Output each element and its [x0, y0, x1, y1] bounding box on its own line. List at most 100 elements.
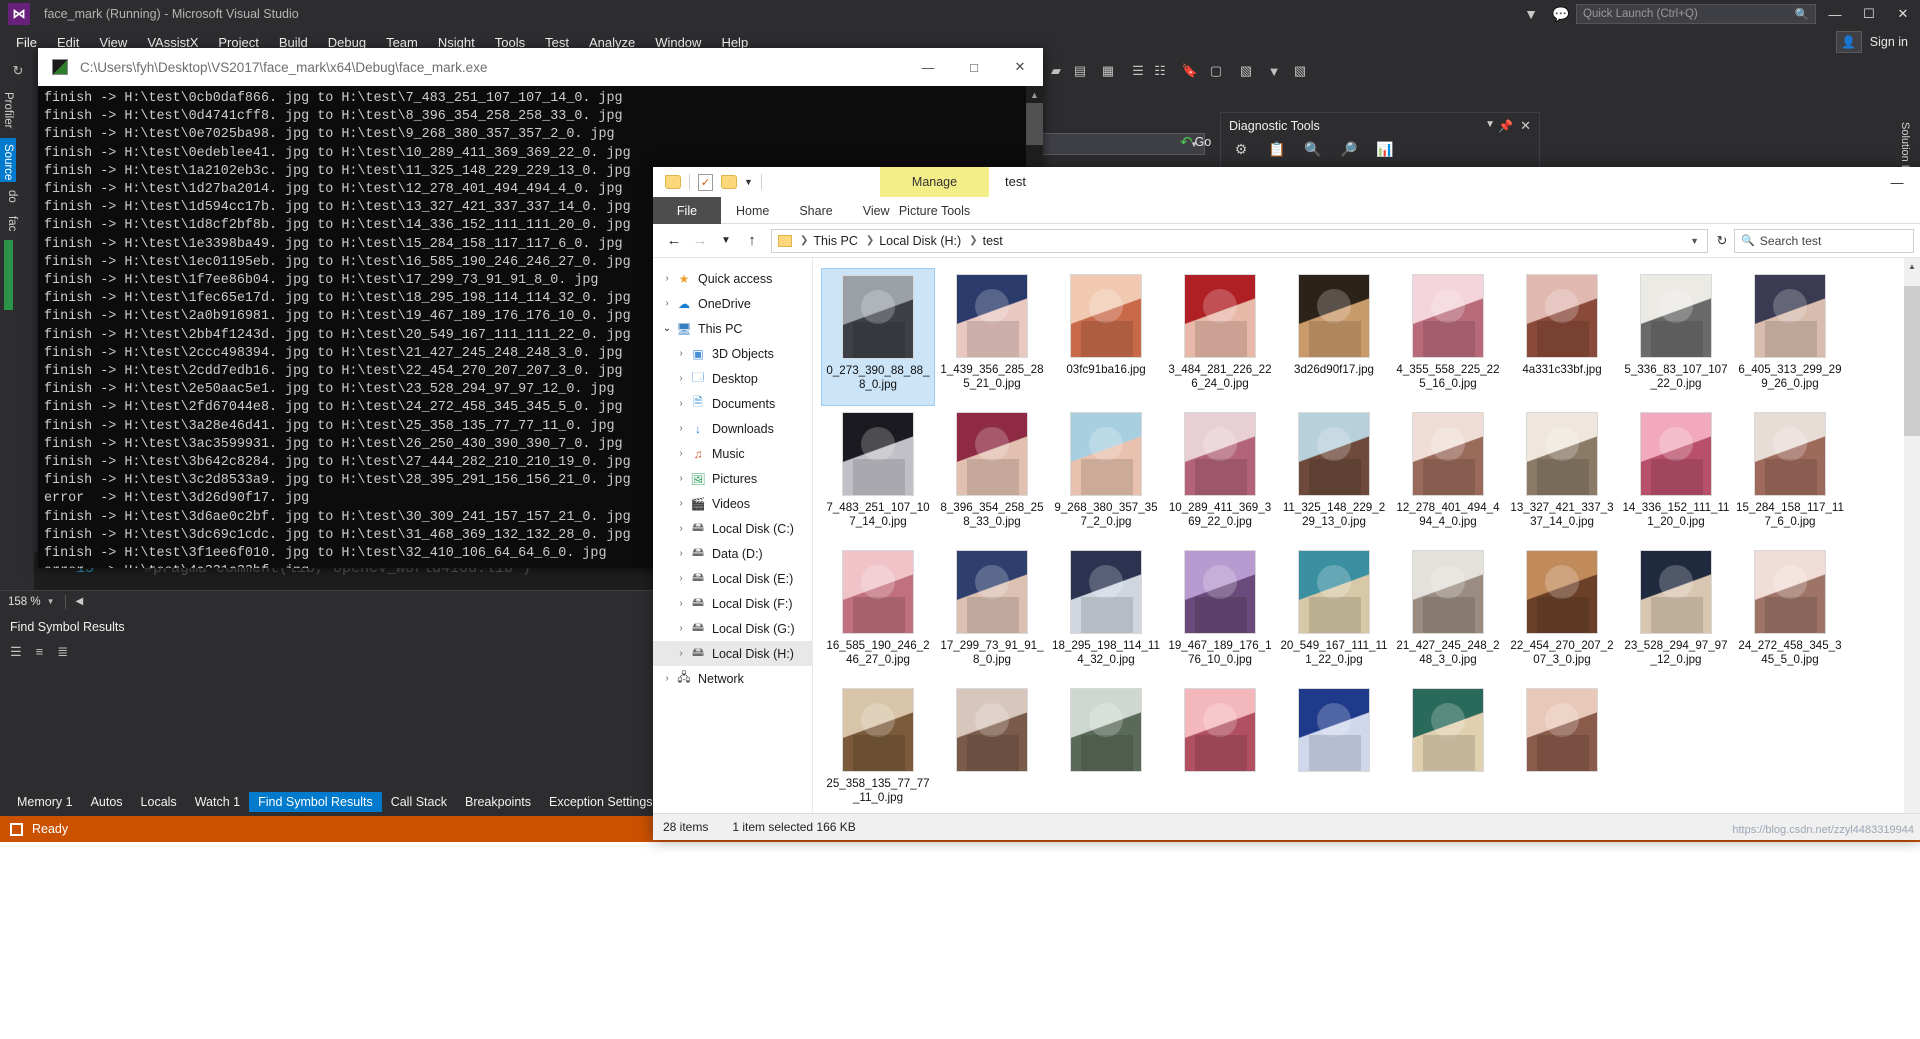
file-item[interactable]: 8_396_354_258_258_33_0.jpg [935, 406, 1049, 544]
tab-memory-1[interactable]: Memory 1 [8, 792, 82, 812]
chevron-right-icon[interactable]: › [673, 498, 689, 509]
file-item[interactable]: 15_284_158_117_117_6_0.jpg [1733, 406, 1847, 544]
chevron-right-icon[interactable]: › [673, 398, 689, 409]
toolbar-icon-7[interactable]: ▧ [1236, 61, 1256, 81]
toolbar-icon-1[interactable]: ▰ [1046, 61, 1066, 81]
chevron-right-icon[interactable]: › [673, 373, 689, 384]
search-input[interactable]: 🔍 Search test [1734, 228, 1914, 253]
navigate-back-icon[interactable]: ↻ [8, 61, 28, 81]
chevron-down-icon[interactable]: ▼ [744, 177, 753, 187]
nav-item-quick-access[interactable]: › ★ Quick access [653, 266, 812, 291]
nav-item-local-disk-f[interactable]: › 🖴 Local Disk (F:) [653, 591, 812, 616]
chevron-right-icon[interactable]: › [673, 648, 689, 659]
file-item[interactable]: 0_273_390_88_88_8_0.jpg [821, 268, 935, 406]
toolbar-icon-5[interactable]: ☷ [1150, 61, 1170, 81]
nav-item-documents[interactable]: › 🗎 Documents [653, 391, 812, 416]
sign-in-link[interactable]: Sign in [1870, 35, 1908, 49]
file-item[interactable]: 6_405_313_299_299_26_0.jpg [1733, 268, 1847, 406]
file-item[interactable]: 12_278_401_494_494_4_0.jpg [1391, 406, 1505, 544]
nav-item-data-d[interactable]: › 🖴 Data (D:) [653, 541, 812, 566]
nav-item-pictures[interactable]: › 🖼 Pictures [653, 466, 812, 491]
breadcrumb-local-disk-h[interactable]: Local Disk (H:) [879, 234, 961, 248]
close-button[interactable]: ✕ [1886, 0, 1920, 28]
file-item[interactable]: 17_299_73_91_91_8_0.jpg [935, 544, 1049, 682]
breadcrumb-this-pc[interactable]: This PC [813, 234, 857, 248]
bookmark-icon[interactable]: 🔖 [1180, 61, 1200, 81]
nav-item-music[interactable]: › ♫ Music [653, 441, 812, 466]
nav-item-this-pc[interactable]: ⌄ 🖥 This PC [653, 316, 812, 341]
file-item[interactable] [935, 682, 1049, 820]
file-item[interactable]: 4_355_558_225_225_16_0.jpg [1391, 268, 1505, 406]
file-item[interactable]: 19_467_189_176_176_10_0.jpg [1163, 544, 1277, 682]
chevron-down-icon[interactable]: ▼ [1690, 236, 1707, 246]
chevron-right-icon[interactable]: › [673, 573, 689, 584]
zoom-in-icon[interactable]: 🔍 [1303, 139, 1323, 159]
quick-launch-input[interactable]: Quick Launch (Ctrl+Q) 🔍 [1576, 4, 1816, 24]
file-item[interactable]: 14_336_152_111_111_20_0.jpg [1619, 406, 1733, 544]
breadcrumb-test[interactable]: test [983, 234, 1003, 248]
zoom-out-icon[interactable]: 🔎 [1339, 139, 1359, 159]
new-folder-icon[interactable] [721, 175, 737, 189]
scrollbar-thumb[interactable] [1026, 103, 1043, 145]
toolbar-icon-4[interactable]: ☰ [1128, 61, 1148, 81]
nav-item-local-disk-c[interactable]: › 🖴 Local Disk (C:) [653, 516, 812, 541]
chevron-down-icon[interactable]: ▼ [47, 597, 55, 606]
back-icon[interactable]: ← [661, 228, 687, 254]
chevron-right-icon[interactable]: › [673, 448, 689, 459]
nav-item-3d-objects[interactable]: › ▣ 3D Objects [653, 341, 812, 366]
chevron-right-icon[interactable]: › [659, 273, 675, 284]
breadcrumb[interactable]: ❯ This PC ❯ Local Disk (H:) ❯ test ▼ [771, 228, 1708, 253]
chevron-right-icon[interactable]: › [659, 298, 675, 309]
settings-icon[interactable]: ⚙ [1231, 139, 1251, 159]
scroll-up-icon[interactable]: ▲ [1026, 86, 1043, 103]
toolbar-icon-9[interactable]: ▧ [1290, 61, 1310, 81]
chevron-right-icon[interactable]: › [673, 423, 689, 434]
up-icon[interactable]: ↑ [739, 228, 765, 254]
nav-item-local-disk-e[interactable]: › 🖴 Local Disk (E:) [653, 566, 812, 591]
tool-tab-source[interactable]: Source [0, 138, 16, 182]
nav-item-local-disk-h[interactable]: › 🖴 Local Disk (H:) [653, 641, 812, 666]
feedback-icon[interactable]: 💬 [1546, 1, 1576, 27]
file-item[interactable]: 3d26d90f17.jpg [1277, 268, 1391, 406]
file-item[interactable]: 10_289_411_369_369_22_0.jpg [1163, 406, 1277, 544]
file-item[interactable] [1163, 682, 1277, 820]
tab-watch-1[interactable]: Watch 1 [186, 792, 249, 812]
folder-icon[interactable] [665, 175, 681, 189]
nav-item-onedrive[interactable]: › ☁ OneDrive [653, 291, 812, 316]
nav-item-network[interactable]: › 🖧 Network [653, 666, 812, 691]
file-item[interactable]: 22_454_270_207_207_3_0.jpg [1505, 544, 1619, 682]
tool-tab-profiler[interactable]: Profiler [0, 86, 16, 136]
file-item[interactable]: 7_483_251_107_107_14_0.jpg [821, 406, 935, 544]
recent-locations-icon[interactable]: ▼ [713, 228, 739, 254]
scroll-left-icon[interactable]: ◀ [76, 596, 84, 607]
list-icon[interactable]: ☰ [10, 644, 22, 660]
chevron-right-icon[interactable]: › [673, 473, 689, 484]
chevron-down-icon[interactable]: ▼ [1485, 119, 1495, 130]
tab-find-symbol-results[interactable]: Find Symbol Results [249, 792, 382, 812]
ribbon-tab-share[interactable]: Share [784, 197, 847, 224]
scrollbar-thumb[interactable] [1904, 286, 1920, 436]
ribbon-tab-picture-tools[interactable]: Picture Tools [880, 197, 989, 224]
user-account-icon[interactable]: 👤 [1835, 31, 1862, 53]
tool-tab-fac[interactable]: fac [4, 210, 20, 234]
file-item[interactable]: 13_327_421_337_337_14_0.jpg [1505, 406, 1619, 544]
file-item[interactable]: 24_272_458_345_345_5_0.jpg [1733, 544, 1847, 682]
nav-item-desktop[interactable]: › 🗔 Desktop [653, 366, 812, 391]
file-item[interactable]: 3_484_281_226_226_24_0.jpg [1163, 268, 1277, 406]
file-item[interactable]: 21_427_245_248_248_3_0.jpg [1391, 544, 1505, 682]
chevron-right-icon[interactable]: › [673, 623, 689, 634]
file-item[interactable]: 9_268_380_357_357_2_0.jpg [1049, 406, 1163, 544]
properties-icon[interactable]: ✓ [698, 173, 713, 191]
file-item[interactable]: 4a331c33bf.jpg [1505, 268, 1619, 406]
go-button[interactable]: ↶ Go [1180, 133, 1211, 151]
restore-button[interactable]: ☐ [1852, 0, 1886, 28]
report-icon[interactable]: 📋 [1267, 139, 1287, 159]
file-item[interactable]: 20_549_167_111_111_22_0.jpg [1277, 544, 1391, 682]
file-item[interactable]: 03fc91ba16.jpg [1049, 268, 1163, 406]
file-item[interactable]: 5_336_83_107_107_22_0.jpg [1619, 268, 1733, 406]
file-item[interactable] [1277, 682, 1391, 820]
minimize-button[interactable]: — [1874, 167, 1920, 197]
scroll-up-icon[interactable]: ▲ [1904, 258, 1920, 274]
tab-breakpoints[interactable]: Breakpoints [456, 792, 540, 812]
nav-item-local-disk-g[interactable]: › 🖴 Local Disk (G:) [653, 616, 812, 641]
